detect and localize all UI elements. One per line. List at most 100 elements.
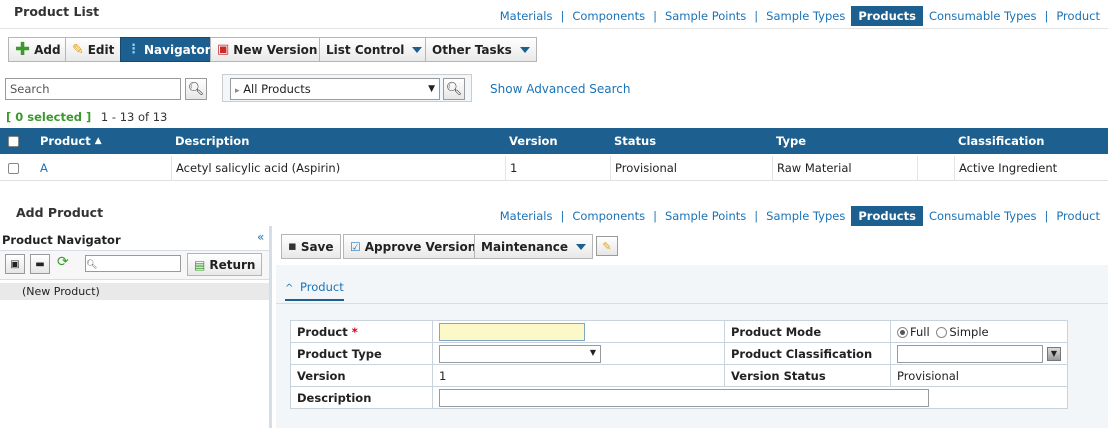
nav-separator: |: [1044, 209, 1049, 223]
nav-link-consumable-types[interactable]: Consumable Types: [923, 206, 1043, 226]
chevron-down-icon: [576, 243, 587, 250]
nav-link-materials[interactable]: Materials: [494, 6, 559, 26]
classification-dropdown-button[interactable]: ▼: [1047, 346, 1061, 361]
version-label: Version: [290, 364, 433, 387]
chevron-down-icon: [519, 46, 530, 53]
other-tasks-button[interactable]: Other Tasks: [425, 37, 537, 62]
add-button[interactable]: ✚ Add: [8, 37, 68, 62]
collapse-all-icon[interactable]: ▬: [30, 254, 50, 274]
dropdown-arrow-icon: ▼: [428, 84, 435, 94]
search-input[interactable]: Search: [5, 78, 181, 100]
nav-separator: |: [754, 9, 759, 23]
row-checkbox[interactable]: [4, 156, 19, 180]
product-mode-label: Product Mode: [724, 320, 891, 343]
mode-simple-radio[interactable]: [936, 326, 948, 338]
section-divider: [276, 303, 1108, 304]
nav-link-products[interactable]: Products: [851, 206, 923, 226]
navigator-item[interactable]: (New Product): [0, 283, 269, 300]
navigator-button[interactable]: ⋮ Navigator: [120, 37, 218, 62]
filter-select[interactable]: ▸ All Products ▼: [230, 78, 440, 100]
cell-product[interactable]: A: [36, 156, 48, 180]
product-type-select[interactable]: ▼: [439, 344, 601, 363]
classification-input[interactable]: [897, 344, 1043, 363]
table-header: Product ▲ Description Version Status Typ…: [0, 128, 1108, 154]
selected-count[interactable]: [ 0 selected ]: [6, 110, 91, 124]
navigator-item-label: (New Product): [22, 285, 100, 298]
new-version-icon: ▣: [217, 42, 230, 57]
nav-separator: |: [754, 209, 759, 223]
advanced-search-link[interactable]: Show Advanced Search: [490, 82, 631, 96]
selection-info: [ 0 selected ] 1 - 13 of 13: [6, 110, 167, 124]
return-button[interactable]: ▤ Return: [187, 253, 263, 276]
col-classification[interactable]: Classification: [954, 128, 1044, 154]
find-icon: 🔍︎: [86, 260, 98, 270]
col-type[interactable]: Type: [772, 128, 806, 154]
navigator-icon: ⋮: [127, 42, 140, 57]
save-label: Save: [300, 239, 334, 254]
list-control-button[interactable]: List Control: [319, 37, 430, 62]
product-mode-cell: Full Simple: [889, 320, 1069, 343]
edit-button[interactable]: ✎ Edit: [65, 37, 122, 62]
chevron-up-icon: ^: [285, 283, 294, 294]
version-status-label: Version Status: [724, 364, 891, 387]
cell-type: Raw Material: [772, 156, 917, 180]
chevron-down-icon: [412, 46, 423, 53]
return-label: Return: [209, 257, 256, 272]
col-status[interactable]: Status: [610, 128, 656, 154]
nav-link-product[interactable]: Product: [1050, 6, 1106, 26]
save-button[interactable]: ▪ Save: [281, 234, 341, 259]
col-description[interactable]: Description: [171, 128, 249, 154]
approve-icon: ☑: [350, 239, 361, 254]
bottom-nav: Materials | Components | Sample Points | Sampl…: [494, 206, 1106, 226]
dropdown-arrow-icon: ▼: [589, 347, 596, 357]
nav-link-sample-types[interactable]: Sample Types: [760, 6, 851, 26]
expand-all-icon[interactable]: ▣: [5, 254, 25, 274]
approve-version-button[interactable]: ☑ Approve Version: [343, 234, 484, 259]
classification-cell: ▼: [889, 342, 1069, 365]
nav-link-products[interactable]: Products: [851, 6, 923, 26]
description-input[interactable]: [439, 388, 929, 407]
new-version-button[interactable]: ▣ New Version: [210, 37, 325, 62]
version-status-value: Provisional: [889, 364, 1069, 387]
description-label: Description: [290, 386, 433, 409]
edit-icon: ✎: [72, 41, 84, 58]
nav-link-components[interactable]: Components: [566, 6, 651, 26]
nav-link-materials[interactable]: Materials: [494, 206, 559, 226]
nav-separator: |: [1044, 9, 1049, 23]
nav-link-components[interactable]: Components: [566, 206, 651, 226]
section-tab-product[interactable]: ^ Product: [285, 280, 344, 301]
navigator-label: Navigator: [144, 42, 211, 57]
bookmark-icon[interactable]: ✎: [596, 236, 618, 256]
search-button[interactable]: 🔍︎: [185, 78, 207, 100]
product-type-label: Product Type: [290, 342, 433, 365]
cell-classification: Active Ingredient: [954, 156, 1108, 180]
table-row[interactable]: A Acetyl salicylic acid (Aspirin) 1 Prov…: [0, 156, 1108, 181]
select-all-checkbox[interactable]: [4, 128, 19, 154]
navigator-search-input[interactable]: 🔍︎: [85, 255, 181, 272]
classification-label: Product Classification: [724, 342, 891, 365]
nav-link-sample-points[interactable]: Sample Points: [659, 6, 752, 26]
nav-link-consumable-types[interactable]: Consumable Types: [923, 6, 1043, 26]
mode-full-radio[interactable]: [897, 326, 908, 338]
search-placeholder: Search: [10, 82, 50, 96]
nav-link-product[interactable]: Product: [1050, 206, 1106, 226]
col-product[interactable]: Product ▲: [36, 128, 102, 154]
maintenance-button[interactable]: Maintenance: [474, 234, 594, 259]
nav-link-sample-types[interactable]: Sample Types: [760, 206, 851, 226]
filter-search-button[interactable]: 🔍︎: [443, 78, 465, 100]
collapse-icon[interactable]: «: [257, 230, 264, 244]
product-form: Product * Product Mode Full Simple Produ…: [290, 320, 1069, 409]
col-version[interactable]: Version: [505, 128, 558, 154]
product-label: Product *: [290, 320, 433, 343]
cell-description: Acetyl salicylic acid (Aspirin): [171, 156, 505, 180]
nav-separator: |: [560, 9, 565, 23]
new-version-label: New Version: [233, 42, 318, 57]
product-input[interactable]: [439, 322, 585, 341]
cell-version: 1: [505, 156, 610, 180]
version-value: 1: [432, 364, 725, 387]
record-range: 1 - 13 of 13: [100, 110, 168, 124]
nav-link-sample-points[interactable]: Sample Points: [659, 206, 752, 226]
search-icon: 🔍︎: [187, 81, 205, 97]
nav-separator: |: [560, 209, 565, 223]
refresh-icon[interactable]: ⟳: [57, 254, 69, 270]
